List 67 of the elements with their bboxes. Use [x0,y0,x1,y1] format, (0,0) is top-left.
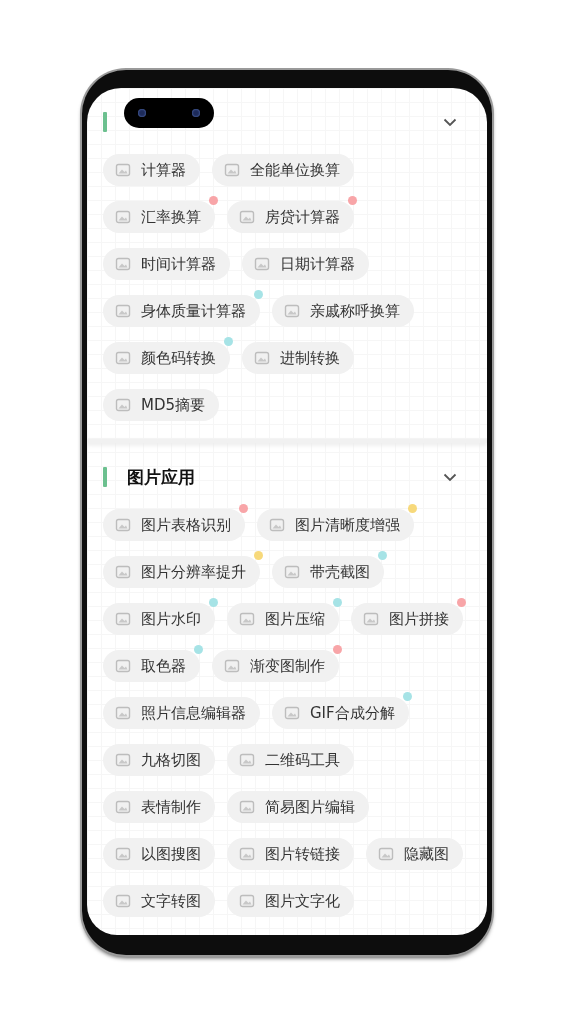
image-icon [363,611,379,627]
image-icon [269,517,285,533]
image-icon [254,350,270,366]
image-icon [378,846,394,862]
section-title: 图片应用 [127,465,195,489]
image-icon [115,162,131,178]
section-marker [103,112,107,132]
image-icon [115,209,131,225]
tool-chip[interactable]: 图片拼接 [351,603,463,635]
chevron-icon[interactable] [443,117,457,127]
tool-chip[interactable]: 取色器 [103,650,200,682]
tool-chip[interactable]: 照片信息编辑器 [103,697,260,729]
image-icon [115,517,131,533]
image-icon [115,350,131,366]
tool-chip[interactable]: 计算器 [103,154,200,186]
chevron-icon[interactable] [443,472,457,482]
tool-chip[interactable]: 图片表格识别 [103,509,245,541]
image-icon [115,752,131,768]
image-icon [284,303,300,319]
tool-chip[interactable]: 图片分辨率提升 [103,556,260,588]
image-icon [115,658,131,674]
tool-chip[interactable]: 身体质量计算器 [103,295,260,327]
tool-chip[interactable]: 图片文字化 [227,885,354,917]
tool-chip[interactable]: 进制转换 [242,342,354,374]
tool-chip[interactable]: 房贷计算器 [227,201,354,233]
image-icon [115,256,131,272]
tool-chip[interactable]: 以图搜图 [103,838,215,870]
image-icon [115,893,131,909]
tool-chip[interactable]: 颜色码转换 [103,342,230,374]
image-icon [224,162,240,178]
tool-chip[interactable]: 简易图片编辑 [227,791,369,823]
image-icon [115,799,131,815]
image-icon [239,846,255,862]
image-icon [115,564,131,580]
tool-chip[interactable]: 日期计算器 [242,248,369,280]
tool-chip[interactable]: 图片转链接 [227,838,354,870]
tool-chip[interactable]: 文字转图 [103,885,215,917]
section-marker [103,467,107,487]
image-icon [115,846,131,862]
tool-chip[interactable]: 表情制作 [103,791,215,823]
tool-chip[interactable]: MD5摘要 [103,389,220,421]
tool-chip[interactable]: 图片水印 [103,603,215,635]
image-icon [224,658,240,674]
image-icon [115,303,131,319]
tool-chip[interactable]: 全能单位换算 [212,154,354,186]
tool-chip[interactable]: 九格切图 [103,744,215,776]
image-icon [284,705,300,721]
tool-chip[interactable]: 汇率换算 [103,201,215,233]
tool-chip[interactable]: 时间计算器 [103,248,230,280]
image-icon [115,397,131,413]
image-icon [239,752,255,768]
image-icon [115,611,131,627]
image-icon [239,611,255,627]
tool-chip[interactable]: 图片清晰度增强 [257,509,414,541]
tool-chip[interactable]: 隐藏图 [366,838,463,870]
image-icon [254,256,270,272]
tool-chip[interactable]: 渐变图制作 [212,650,339,682]
image-icon [239,209,255,225]
image-icon [239,893,255,909]
tool-chip[interactable]: 亲戚称呼换算 [272,295,414,327]
image-icon [239,799,255,815]
image-icon [115,705,131,721]
tool-chip[interactable]: 带壳截图 [272,556,384,588]
tool-chip[interactable]: GIF合成分解 [272,697,409,729]
tool-chip[interactable]: 二维码工具 [227,744,354,776]
image-icon [284,564,300,580]
tool-chip[interactable]: 图片压缩 [227,603,339,635]
